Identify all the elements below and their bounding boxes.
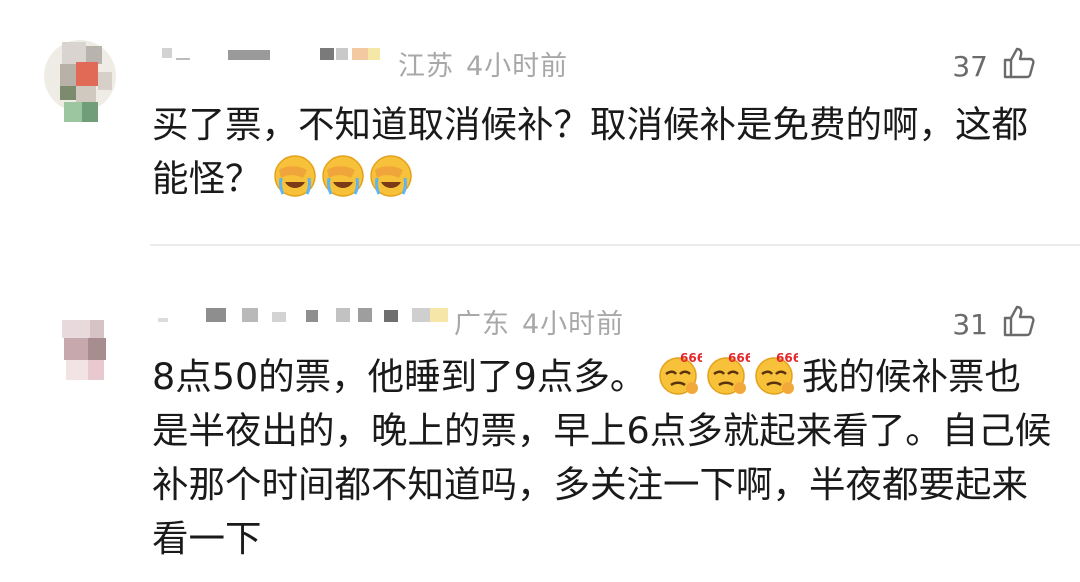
svg-text:666: 666 bbox=[680, 352, 702, 365]
comment-text: 买了票，不知道取消候补？取消候补是免费的啊，这都能怪？ bbox=[152, 98, 1052, 206]
like-count: 31 bbox=[952, 308, 988, 341]
location-label: 江苏 bbox=[398, 51, 454, 82]
svg-text:666: 666 bbox=[728, 352, 750, 365]
like-button[interactable]: 31 bbox=[952, 304, 1036, 345]
timestamp: 4小时前 bbox=[522, 309, 625, 340]
username-redacted[interactable] bbox=[0, 0, 400, 60]
facepalm-crying-emoji bbox=[321, 154, 365, 198]
666-emoji: 666 bbox=[706, 351, 753, 396]
location-label: 广东 bbox=[454, 309, 510, 340]
like-count: 37 bbox=[952, 50, 988, 83]
thumbs-up-icon bbox=[1002, 304, 1036, 345]
svg-text:666: 666 bbox=[776, 352, 798, 365]
thumbs-up-icon bbox=[1002, 46, 1036, 87]
666-emoji: 666 bbox=[658, 351, 705, 396]
comment-body-part1: 8点50的票，他睡到了9点多。 bbox=[152, 355, 647, 398]
comment-item: 江苏 4小时前 37 买了票，不知道取消候补？取消候补是免费的啊，这都能怪？ bbox=[0, 0, 1080, 246]
666-emoji: 666 bbox=[754, 351, 801, 396]
comment-meta: 广东 4小时前 bbox=[454, 302, 624, 341]
timestamp: 4小时前 bbox=[466, 51, 569, 82]
facepalm-crying-emoji bbox=[369, 154, 413, 198]
comment-item: 广东 4小时前 31 8点50的票，他睡到了9点多。 666 666 666 我… bbox=[0, 262, 1080, 582]
facepalm-crying-emoji bbox=[273, 154, 317, 198]
comment-meta: 江苏 4小时前 bbox=[398, 44, 568, 83]
comment-divider bbox=[150, 244, 1080, 246]
username-redacted[interactable] bbox=[0, 262, 460, 322]
like-button[interactable]: 37 bbox=[952, 46, 1036, 87]
comment-text: 8点50的票，他睡到了9点多。 666 666 666 我的候补票也是半夜出的，… bbox=[152, 350, 1052, 566]
